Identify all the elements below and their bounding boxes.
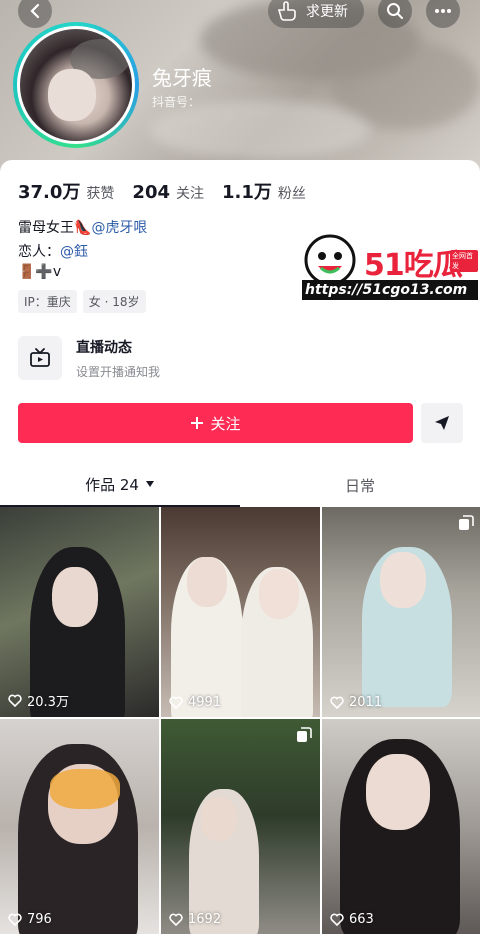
stat-label: 关注	[176, 186, 204, 202]
follow-button[interactable]: 关注	[18, 403, 413, 443]
live-dynamics[interactable]: 直播动态 设置开播通知我	[18, 336, 160, 380]
hand-point-icon	[277, 1, 296, 21]
video-thumbnail[interactable]: 796	[0, 719, 159, 934]
mention-link[interactable]: @虎牙哏	[91, 220, 147, 236]
like-count-value: 1692	[188, 912, 222, 927]
bio-line-3: 🚪➕v	[18, 264, 62, 280]
heart-icon	[330, 913, 344, 926]
content-tabs: 作品 24 日常	[0, 463, 480, 507]
bio-text: 恋人：	[18, 244, 60, 260]
watermark-url: https://51cgo13.com	[302, 280, 478, 300]
search-button[interactable]	[378, 0, 412, 28]
stat-value: 1.1万	[222, 182, 272, 203]
thumbnail-face	[366, 754, 430, 830]
like-count: 4991	[169, 695, 221, 710]
like-count: 796	[8, 912, 52, 927]
heart-icon	[8, 913, 22, 926]
follow-label: 关注	[210, 414, 241, 433]
mention-link[interactable]: @鈺	[60, 244, 88, 260]
heart-icon	[169, 913, 183, 926]
tv-icon	[30, 348, 50, 367]
thumbnail-face	[380, 552, 426, 608]
bio-text: 雷母女王👠	[18, 220, 92, 236]
video-thumbnail[interactable]: 2011	[322, 507, 480, 717]
video-grid: 20.3万 4991 2011 796 1692 663	[0, 507, 480, 934]
plus-icon	[191, 417, 204, 429]
heart-icon	[169, 696, 183, 709]
video-thumbnail[interactable]: 4991	[161, 507, 320, 717]
back-arrow-icon	[30, 3, 40, 19]
bio-line-2: 恋人：@鈺	[18, 241, 88, 261]
tab-works[interactable]: 作品 24	[0, 463, 240, 507]
send-icon	[435, 416, 449, 430]
video-thumbnail[interactable]: 1692	[161, 719, 320, 934]
more-dots-icon	[435, 9, 451, 13]
like-count: 20.3万	[8, 691, 69, 710]
like-count: 663	[330, 912, 374, 927]
video-thumbnail[interactable]: 20.3万	[0, 507, 159, 717]
site-watermark: 51吃瓜 全网首发 https://51cgo13.com	[302, 232, 478, 304]
thumbnail-face	[259, 569, 299, 619]
bio-line-1: 雷母女王👠@虎牙哏	[18, 217, 147, 237]
back-button[interactable]	[18, 0, 52, 28]
thumbnail-decoration	[50, 769, 120, 809]
request-update-button[interactable]: 求更新	[268, 0, 364, 28]
like-count: 2011	[330, 695, 382, 710]
video-thumbnail[interactable]: 663	[322, 719, 480, 934]
profile-tags: IP：重庆 女 · 18岁	[18, 290, 146, 313]
tab-daily[interactable]: 日常	[240, 463, 480, 507]
like-count-value: 20.3万	[27, 695, 69, 710]
gender-age-tag: 女 · 18岁	[82, 290, 146, 313]
stats-row: 37.0万 获赞 204 关注 1.1万 粉丝	[18, 178, 306, 204]
stat-likes[interactable]: 37.0万 获赞	[18, 178, 114, 204]
watermark-title: 51吃瓜	[363, 247, 464, 284]
nickname: 兔牙痕	[152, 66, 212, 90]
like-count-value: 796	[27, 912, 52, 927]
stat-value: 204	[132, 182, 170, 203]
like-count-value: 2011	[349, 695, 383, 710]
live-text: 直播动态 设置开播通知我	[76, 337, 160, 380]
douyin-id: 抖音号：	[152, 95, 201, 109]
thumbnail-face	[201, 797, 237, 841]
stat-label: 获赞	[86, 186, 115, 202]
avatar-face	[48, 69, 96, 121]
avatar-photo	[17, 26, 135, 144]
stat-following[interactable]: 204 关注	[132, 182, 204, 203]
stat-label: 粉丝	[277, 186, 306, 202]
tv-icon-box	[18, 336, 62, 380]
more-button[interactable]	[426, 0, 460, 28]
stat-value: 37.0万	[18, 182, 81, 203]
thumbnail-face	[52, 567, 98, 627]
multi-image-icon	[297, 727, 312, 742]
multi-image-icon	[459, 515, 474, 530]
ip-tag: IP：重庆	[18, 290, 77, 313]
live-title: 直播动态	[76, 339, 132, 356]
like-count-value: 4991	[188, 695, 222, 710]
heart-icon	[8, 694, 22, 707]
live-subtitle: 设置开播通知我	[76, 364, 161, 379]
stat-followers[interactable]: 1.1万 粉丝	[222, 178, 306, 204]
like-count-value: 663	[349, 912, 374, 927]
send-message-button[interactable]	[421, 403, 463, 443]
caret-down-icon	[145, 481, 154, 487]
thumbnail-face	[187, 557, 227, 607]
request-update-label: 求更新	[306, 4, 348, 20]
tab-works-label: 作品 24	[85, 475, 139, 494]
tab-daily-label: 日常	[344, 476, 375, 495]
heart-icon	[330, 696, 344, 709]
watermark-badge: 全网首发	[450, 250, 478, 272]
like-count: 1692	[169, 912, 221, 927]
search-icon	[387, 3, 403, 19]
avatar[interactable]	[13, 22, 139, 148]
